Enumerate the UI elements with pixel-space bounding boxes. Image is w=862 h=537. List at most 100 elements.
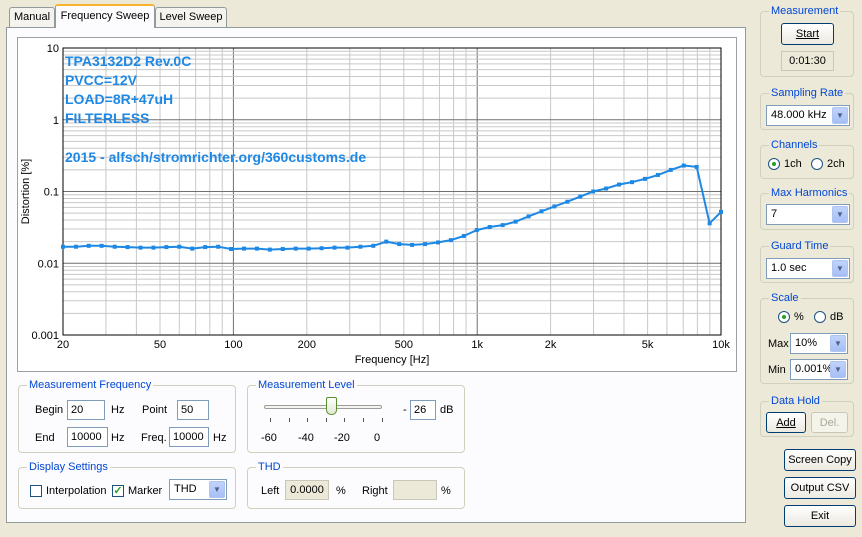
channels-title: Channels bbox=[769, 139, 820, 151]
series-marker bbox=[164, 245, 169, 250]
scale-min-label: Min bbox=[768, 364, 786, 376]
y-tick-label: 0.001 bbox=[31, 330, 59, 342]
series-marker bbox=[642, 176, 647, 181]
guard-time-group: Guard Time 1.0 sec ▼ bbox=[760, 240, 854, 283]
series-marker bbox=[177, 244, 182, 249]
x-axis-label: Frequency [Hz] bbox=[355, 354, 430, 366]
slider-tick-mark bbox=[344, 418, 346, 422]
sampling-rate-select[interactable]: 48.000 kHz ▼ bbox=[766, 105, 850, 126]
tab-frequency-sweep-label: Frequency Sweep bbox=[60, 10, 150, 22]
data-hold-title: Data Hold bbox=[769, 395, 822, 407]
tab-level-sweep[interactable]: Level Sweep bbox=[155, 7, 227, 27]
chart-annotation: LOAD=8R+47uH bbox=[65, 91, 173, 107]
thd-group: THD Left 0.0000 % Right % bbox=[247, 461, 465, 509]
output-csv-button[interactable]: Output CSV bbox=[784, 477, 856, 499]
level-slider-track[interactable] bbox=[264, 405, 382, 409]
series-marker bbox=[681, 163, 686, 168]
slider-tick-mark bbox=[288, 418, 290, 422]
series-marker bbox=[526, 214, 531, 219]
scale-percent-radio[interactable] bbox=[778, 311, 790, 323]
series-marker bbox=[203, 245, 208, 250]
exit-button[interactable]: Exit bbox=[784, 505, 856, 527]
delete-button-label: Del. bbox=[819, 417, 840, 429]
channel-1ch-radio[interactable] bbox=[768, 158, 780, 170]
screen-copy-button[interactable]: Screen Copy bbox=[784, 449, 856, 471]
series-marker bbox=[539, 209, 544, 214]
scale-db-radio[interactable] bbox=[814, 311, 826, 323]
timer-display: 0:01:30 bbox=[781, 51, 834, 71]
add-button-label: Add bbox=[776, 417, 796, 429]
frequency-sweep-panel: 20 50 100 200 500 1k 2k 5k 10k 10 1 0.1 0.01 0.001 Fre… bbox=[6, 27, 746, 523]
series-marker bbox=[267, 247, 272, 252]
series-marker bbox=[112, 244, 117, 249]
max-harmonics-group: Max Harmonics 7 ▼ bbox=[760, 187, 854, 230]
chevron-down-icon: ▼ bbox=[209, 481, 225, 498]
series-marker bbox=[190, 246, 195, 251]
add-button[interactable]: Add bbox=[766, 412, 806, 433]
slider-tick-mark bbox=[363, 418, 364, 422]
thd-right-unit: % bbox=[441, 485, 451, 497]
point-input[interactable]: 50 bbox=[177, 400, 209, 420]
scale-min-select[interactable]: 0.001% ▼ bbox=[790, 359, 848, 380]
series-marker bbox=[306, 246, 311, 251]
interpolation-label: Interpolation bbox=[46, 485, 107, 497]
guard-time-select[interactable]: 1.0 sec ▼ bbox=[766, 258, 850, 279]
tab-manual[interactable]: Manual bbox=[9, 7, 55, 27]
start-button[interactable]: Start bbox=[781, 23, 834, 45]
series-marker bbox=[332, 245, 337, 250]
series-marker bbox=[719, 209, 723, 214]
level-slider-thumb[interactable] bbox=[326, 397, 338, 415]
marker-checkbox[interactable]: ✓ bbox=[112, 485, 124, 497]
series-marker bbox=[125, 245, 130, 250]
x-tick-label: 10k bbox=[712, 339, 730, 351]
chart-annotation: FILTERLESS bbox=[65, 110, 150, 126]
series-marker bbox=[487, 225, 492, 230]
series-marker bbox=[397, 242, 402, 247]
y-tick-label: 0.1 bbox=[44, 187, 59, 199]
series-marker bbox=[319, 246, 324, 251]
tab-level-sweep-label: Level Sweep bbox=[159, 11, 223, 23]
level-input[interactable]: 26 bbox=[410, 400, 436, 420]
series-marker bbox=[630, 180, 635, 185]
begin-label: Begin bbox=[35, 404, 64, 416]
start-button-label: Start bbox=[795, 28, 820, 40]
series-marker bbox=[552, 204, 557, 209]
screen-copy-label: Screen Copy bbox=[788, 454, 852, 466]
begin-input[interactable]: 20 bbox=[67, 400, 105, 420]
level-tick-label: -60 bbox=[261, 432, 277, 444]
chevron-down-icon: ▼ bbox=[832, 107, 848, 124]
delete-button[interactable]: Del. bbox=[811, 412, 848, 433]
y-axis-label: Distortion [%] bbox=[20, 159, 32, 224]
slider-tick-mark bbox=[381, 418, 383, 422]
series-marker bbox=[73, 244, 78, 249]
output-csv-label: Output CSV bbox=[790, 482, 850, 494]
scale-max-select[interactable]: 10% ▼ bbox=[790, 333, 848, 354]
interpolation-checkbox[interactable] bbox=[30, 485, 42, 497]
slider-tick-mark bbox=[307, 418, 309, 422]
channel-2ch-radio[interactable] bbox=[811, 158, 823, 170]
thd-right-label: Right bbox=[362, 485, 388, 497]
scale-db-label: dB bbox=[830, 311, 844, 323]
end-label: End bbox=[35, 432, 55, 444]
scale-group: Scale % dB Max 10% ▼ Min 0.001% ▼ bbox=[760, 292, 854, 384]
end-input[interactable]: 10000 bbox=[67, 427, 108, 447]
series-marker bbox=[707, 221, 712, 226]
level-prefix: - bbox=[403, 404, 407, 416]
max-harmonics-select[interactable]: 7 ▼ bbox=[766, 204, 850, 225]
series-marker bbox=[668, 167, 673, 172]
chart-annotation: PVCC=12V bbox=[65, 72, 138, 88]
measurement-frequency-group: Measurement Frequency Begin 20 Hz Point … bbox=[18, 379, 236, 453]
thd-left-value: 0.0000 bbox=[285, 480, 329, 500]
display-mode-select[interactable]: THD ▼ bbox=[169, 479, 227, 500]
series-marker bbox=[410, 242, 415, 247]
chevron-down-icon: ▼ bbox=[830, 361, 846, 378]
exit-label: Exit bbox=[810, 510, 830, 522]
tab-frequency-sweep[interactable]: Frequency Sweep bbox=[55, 4, 155, 28]
guard-time-value: 1.0 sec bbox=[771, 262, 807, 274]
freq-input[interactable]: 10000 bbox=[169, 427, 209, 447]
level-tick-label: 0 bbox=[374, 432, 381, 444]
level-tick-label: -20 bbox=[334, 432, 350, 444]
measurement-level-title: Measurement Level bbox=[256, 379, 357, 391]
sampling-rate-title: Sampling Rate bbox=[769, 87, 846, 99]
point-label: Point bbox=[142, 404, 168, 416]
